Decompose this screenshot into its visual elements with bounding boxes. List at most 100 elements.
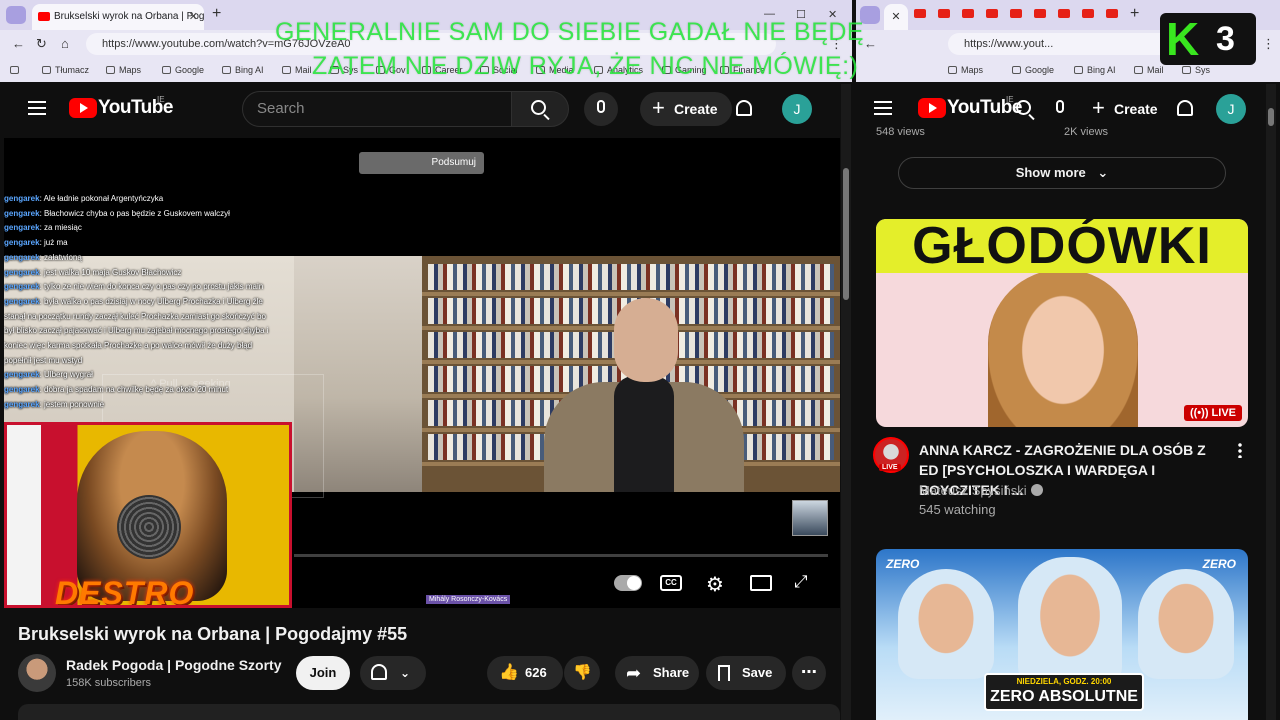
settings-gear-icon[interactable]: ⚙ <box>706 572 724 597</box>
bookmark-2[interactable]: Maps <box>106 65 141 75</box>
search-icon-right[interactable] <box>1016 100 1031 115</box>
chat-username[interactable]: gengarek <box>4 400 40 409</box>
chat-overlay: gengarek: Ale ładnie pokonał Argentyńczy… <box>4 194 304 434</box>
sidebar-channel-name[interactable]: Mateusz Spysiński <box>919 483 1043 498</box>
chevron-down-icon: ⌄ <box>1097 165 1109 180</box>
video-thumbnail-1[interactable]: GŁODÓWKI ((•)) LIVE <box>876 219 1248 427</box>
pinned-tab-1[interactable] <box>914 9 926 18</box>
bookmark-r2[interactable]: Google <box>1012 65 1054 75</box>
youtube-logo-icon-right[interactable] <box>918 98 946 118</box>
tab-search-icon[interactable] <box>6 6 26 24</box>
browser-menu-icon-right[interactable]: ⋮ <box>1262 36 1275 52</box>
join-button[interactable]: Join <box>296 656 350 690</box>
like-button[interactable]: 👍 626 <box>487 656 563 690</box>
chat-username[interactable]: gengarek <box>4 385 40 394</box>
channel-avatar[interactable] <box>18 654 56 692</box>
channel-name[interactable]: Radek Pogoda | Pogodne Szorty <box>66 657 282 673</box>
save-button[interactable]: Save <box>706 656 786 690</box>
chat-username[interactable]: gengarek <box>4 223 40 232</box>
bookmark-5[interactable]: Mail <box>282 65 312 75</box>
hamburger-menu-icon[interactable] <box>28 101 46 115</box>
pinned-tab-7[interactable] <box>1058 9 1070 18</box>
pinned-tab-4[interactable] <box>986 9 998 18</box>
badge-number: 3 <box>1216 20 1235 58</box>
pinned-tab-6[interactable] <box>1034 9 1046 18</box>
reload-icon[interactable]: ↻ <box>36 36 47 52</box>
tab-active[interactable]: Brukselski wyrok na Orbana | Pogod ✕ <box>32 4 204 30</box>
captions-icon[interactable]: CC <box>660 575 682 591</box>
share-button[interactable]: ➦ Share <box>615 656 699 690</box>
pinned-tab-2[interactable] <box>938 9 950 18</box>
scrollbar-right[interactable] <box>1266 84 1276 720</box>
chat-username[interactable]: gengarek <box>4 194 40 203</box>
pinned-tab-5[interactable] <box>1010 9 1022 18</box>
new-tab-icon[interactable]: + <box>212 5 221 23</box>
chat-username[interactable]: gengarek <box>4 268 40 277</box>
microphone-icon-right[interactable] <box>1056 100 1064 113</box>
chat-username[interactable]: gengarek <box>4 282 40 291</box>
chat-message: gengarek: jestem ponownie <box>4 400 104 409</box>
tab-active-right[interactable]: ✕ <box>884 4 908 30</box>
back-icon-right[interactable]: ← <box>864 36 877 51</box>
summarize-button[interactable]: Podsumuj <box>359 152 484 174</box>
video-thumbnail-2[interactable]: ZERO ZERO NIEDZIELA, GODZ. 20:00 ZERO AB… <box>876 549 1248 720</box>
bookmark-icon <box>718 665 730 681</box>
video-player[interactable]: ^ Pull ... seeking Podsumuj gengarek: Al… <box>4 138 840 608</box>
region-code-right: IE <box>1006 95 1014 104</box>
chat-text: : jest walka 10 maja Guskov Błachowicz <box>39 267 182 277</box>
scrollbar-left-thumb[interactable] <box>843 168 849 300</box>
chat-text: : tylko ze nie wiem do konca czy o pas c… <box>39 282 264 292</box>
subscribe-watermark[interactable] <box>792 500 828 536</box>
bookmark-3[interactable]: Google <box>162 65 204 75</box>
chat-username[interactable]: gengarek <box>4 238 40 247</box>
search-input[interactable]: Search <box>242 91 512 127</box>
create-button-right[interactable]: Create <box>1080 91 1172 126</box>
bookmark-r1[interactable]: Maps <box>948 65 983 75</box>
chat-message: był blisko zaczął pajacować i Ulberg mu … <box>4 326 269 335</box>
more-actions-button[interactable]: ⋯ <box>792 656 826 690</box>
close-tab-icon[interactable]: ✕ <box>189 4 198 30</box>
bookmark-r4[interactable]: Mail <box>1134 65 1164 75</box>
chat-text: : za miesiąc <box>39 223 82 233</box>
theater-mode-icon[interactable] <box>750 575 772 591</box>
voice-search-button[interactable] <box>584 92 618 126</box>
subscribed-bell-button[interactable]: ⌄ <box>360 656 426 690</box>
video-title: Brukselski wyrok na Orbana | Pogodajmy #… <box>18 624 408 644</box>
new-tab-icon-right[interactable]: + <box>1130 5 1139 23</box>
youtube-page-right: YouTube IE Create J 548 views 2K views S… <box>856 84 1280 720</box>
hamburger-menu-icon-right[interactable] <box>874 101 892 115</box>
bookmark-1[interactable]: Tłumacz <box>42 65 89 75</box>
chat-username[interactable]: gengarek <box>4 370 40 379</box>
chat-username[interactable]: gengarek <box>4 253 40 262</box>
bookmark-r3[interactable]: Bing AI <box>1074 65 1116 75</box>
autoplay-toggle-icon[interactable] <box>614 575 642 591</box>
pinned-tab-8[interactable] <box>1082 9 1094 18</box>
pinned-tab-9[interactable] <box>1106 9 1118 18</box>
bookmark-r5[interactable]: Sys <box>1182 65 1210 75</box>
account-avatar-right[interactable]: J <box>1216 94 1246 124</box>
bookmark-4[interactable]: Bing AI <box>222 65 264 75</box>
bookmark-0[interactable] <box>10 65 23 75</box>
dislike-button[interactable]: 👎 <box>564 656 600 690</box>
chat-username[interactable]: gengarek <box>4 209 40 218</box>
chat-text: stanął na początku rundy zaczął kuleć Pr… <box>4 311 266 321</box>
video-menu-icon[interactable] <box>1238 442 1242 458</box>
live-icon: ((•)) <box>1189 407 1212 419</box>
create-button[interactable]: Create <box>640 91 732 126</box>
fullscreen-icon[interactable]: ⤢ <box>794 572 808 592</box>
chat-message: koniec więc karma spotkała Prochazke a p… <box>4 341 252 350</box>
video-progress-bar[interactable] <box>294 554 828 557</box>
notifications-bell-icon[interactable] <box>736 100 752 116</box>
scrollbar-right-thumb[interactable] <box>1268 108 1274 126</box>
search-button[interactable] <box>511 91 569 127</box>
youtube-logo-icon[interactable] <box>69 98 97 118</box>
back-icon[interactable]: ← <box>12 36 25 51</box>
scrollbar-left[interactable] <box>841 84 851 720</box>
chat-username[interactable]: gengarek <box>4 297 40 306</box>
show-more-button[interactable]: Show more ⌄ <box>898 157 1226 189</box>
description-box[interactable] <box>18 704 840 720</box>
home-icon[interactable]: ⌂ <box>61 36 69 51</box>
account-avatar[interactable]: J <box>782 94 812 124</box>
pinned-tab-3[interactable] <box>962 9 974 18</box>
notifications-bell-icon-right[interactable] <box>1177 100 1193 116</box>
